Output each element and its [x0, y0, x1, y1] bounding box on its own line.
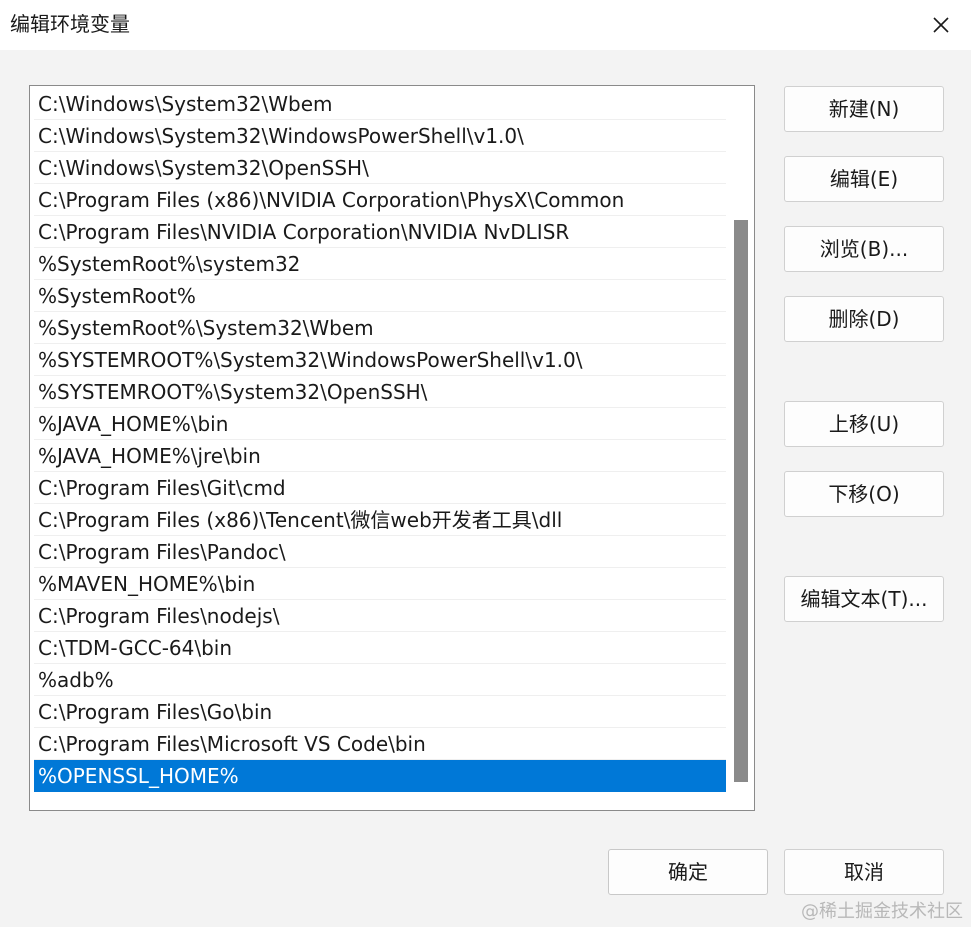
- edit-text-button[interactable]: 编辑文本(T)...: [784, 576, 944, 622]
- move-up-button[interactable]: 上移(U): [784, 401, 944, 447]
- path-list-item[interactable]: C:\Program Files\nodejs\: [34, 600, 726, 632]
- path-list-item-selected[interactable]: %OPENSSL_HOME%: [34, 760, 726, 792]
- path-list-item[interactable]: %SYSTEMROOT%\System32\WindowsPowerShell\…: [34, 344, 726, 376]
- path-list-item[interactable]: %SystemRoot%: [34, 280, 726, 312]
- path-list-item[interactable]: C:\Windows\System32\OpenSSH\: [34, 152, 726, 184]
- path-list-item[interactable]: %SystemRoot%\System32\Wbem: [34, 312, 726, 344]
- title-bar: 编辑环境变量: [0, 0, 971, 50]
- dialog-title: 编辑环境变量: [10, 12, 130, 36]
- watermark: @稀土掘金技术社区: [801, 901, 963, 922]
- path-list-item[interactable]: C:\Program Files (x86)\NVIDIA Corporatio…: [34, 184, 726, 216]
- path-list-item[interactable]: C:\Program Files\Git\cmd: [34, 472, 726, 504]
- path-list-item[interactable]: C:\Program Files\Microsoft VS Code\bin: [34, 728, 726, 760]
- path-list-item[interactable]: %JAVA_HOME%\jre\bin: [34, 440, 726, 472]
- path-list-item[interactable]: %adb%: [34, 664, 726, 696]
- path-list-item[interactable]: %JAVA_HOME%\bin: [34, 408, 726, 440]
- close-button[interactable]: [918, 6, 964, 44]
- path-list-item[interactable]: C:\TDM-GCC-64\bin: [34, 632, 726, 664]
- browse-button[interactable]: 浏览(B)...: [784, 226, 944, 272]
- move-down-button[interactable]: 下移(O): [784, 471, 944, 517]
- cancel-button[interactable]: 取消: [784, 849, 944, 895]
- edit-env-var-dialog: 编辑环境变量 C:\Windows\System32\Wbem C:\Window…: [0, 0, 971, 927]
- list-scrollbar[interactable]: [732, 88, 748, 808]
- scrollbar-thumb[interactable]: [734, 220, 748, 782]
- delete-button[interactable]: 删除(D): [784, 296, 944, 342]
- path-list-item[interactable]: C:\Windows\System32\WindowsPowerShell\v1…: [34, 120, 726, 152]
- path-list-item[interactable]: C:\Windows\System32\Wbem: [34, 88, 726, 120]
- path-list-item[interactable]: %SYSTEMROOT%\System32\OpenSSH\: [34, 376, 726, 408]
- edit-button[interactable]: 编辑(E): [784, 156, 944, 202]
- path-list-item[interactable]: C:\Program Files (x86)\Tencent\微信web开发者工…: [34, 504, 726, 536]
- path-list-item[interactable]: C:\Program Files\Pandoc\: [34, 536, 726, 568]
- path-list-item[interactable]: %SystemRoot%\system32: [34, 248, 726, 280]
- ok-button[interactable]: 确定: [608, 849, 768, 895]
- path-list-item[interactable]: %MAVEN_HOME%\bin: [34, 568, 726, 600]
- path-list-item[interactable]: C:\Program Files\Go\bin: [34, 696, 726, 728]
- path-list-items: C:\Windows\System32\Wbem C:\Windows\Syste…: [34, 88, 726, 792]
- path-list[interactable]: C:\Windows\System32\Wbem C:\Windows\Syste…: [29, 85, 755, 811]
- path-list-item[interactable]: C:\Program Files\NVIDIA Corporation\NVID…: [34, 216, 726, 248]
- new-button[interactable]: 新建(N): [784, 86, 944, 132]
- close-icon: [933, 17, 949, 33]
